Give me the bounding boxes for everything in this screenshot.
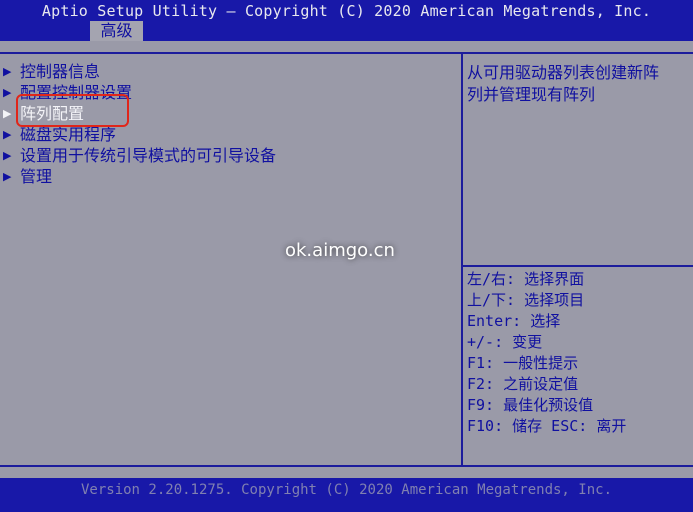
selection-highlight-box	[16, 94, 129, 127]
triangle-right-icon: ▶	[3, 170, 12, 183]
key-hint: Enter: 选择	[467, 312, 561, 330]
triangle-right-icon: ▶	[3, 86, 12, 99]
menu-item-disk-utilities[interactable]: ▶ 磁盘实用程序	[0, 124, 460, 145]
menu-item-label: 管理	[20, 167, 53, 186]
tab-advanced[interactable]: 高级	[90, 21, 143, 41]
key-hint: F1: 一般性提示	[467, 354, 579, 372]
key-hint: F9: 最佳化预设值	[467, 396, 594, 414]
key-hint: F2: 之前设定值	[467, 375, 579, 393]
menu-item-label: 控制器信息	[20, 62, 101, 81]
app-title: Aptio Setup Utility – Copyright (C) 2020…	[41, 2, 652, 20]
help-text: 从可用驱动器列表创建新阵 列并管理现有阵列	[467, 62, 685, 106]
menu-item-manage[interactable]: ▶ 管理	[0, 166, 460, 187]
menu-item-label: 磁盘实用程序	[20, 125, 117, 144]
panel-divider	[461, 52, 463, 467]
watermark: ok.aimgo.cn	[285, 240, 395, 261]
footer-version: Version 2.20.1275. Copyright (C) 2020 Am…	[80, 482, 612, 498]
help-line: 列并管理现有阵列	[467, 85, 596, 104]
triangle-right-icon: ▶	[3, 107, 12, 120]
key-hint: F10: 储存 ESC: 离开	[467, 417, 627, 435]
help-line: 从可用驱动器列表创建新阵	[467, 63, 660, 82]
triangle-right-icon: ▶	[3, 149, 12, 162]
triangle-right-icon: ▶	[3, 128, 12, 141]
triangle-right-icon: ▶	[3, 65, 12, 78]
key-hint: 上/下: 选择项目	[467, 291, 585, 309]
title-bar: Aptio Setup Utility – Copyright (C) 2020…	[0, 0, 693, 41]
key-hint: +/-: 变更	[467, 333, 543, 351]
key-legend: 左/右: 选择界面 上/下: 选择项目 Enter: 选择 +/-: 变更 F1…	[467, 269, 626, 437]
menu-item-bootable-device[interactable]: ▶ 设置用于传统引导模式的可引导设备	[0, 145, 460, 166]
menu-item-controller-info[interactable]: ▶ 控制器信息	[0, 61, 460, 82]
menu-item-label: 设置用于传统引导模式的可引导设备	[20, 146, 277, 165]
key-hint: 左/右: 选择界面	[467, 270, 585, 288]
help-divider	[463, 265, 693, 267]
